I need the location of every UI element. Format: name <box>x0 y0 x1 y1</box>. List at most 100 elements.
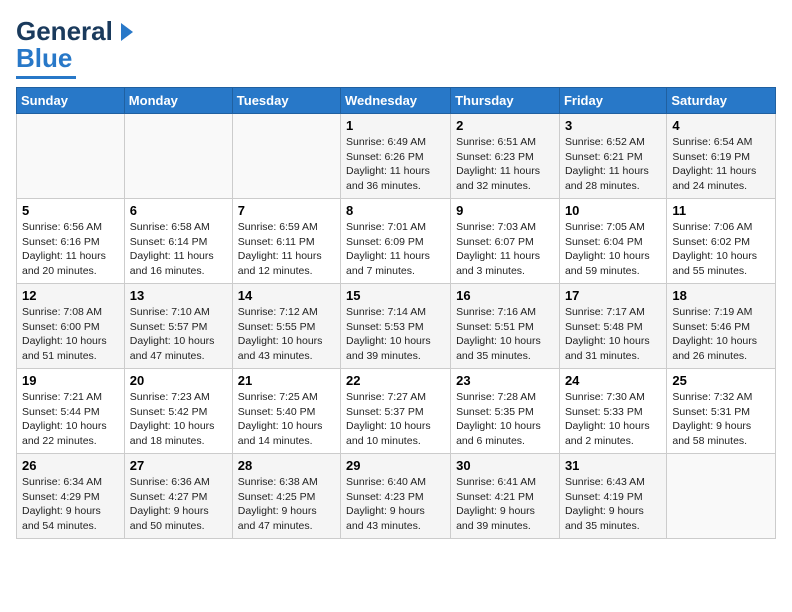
day-info: Sunrise: 6:49 AMSunset: 6:26 PMDaylight:… <box>346 135 445 194</box>
day-info: Sunrise: 6:43 AMSunset: 4:19 PMDaylight:… <box>565 475 661 534</box>
day-info: Sunrise: 7:01 AMSunset: 6:09 PMDaylight:… <box>346 220 445 279</box>
day-number: 11 <box>672 203 770 218</box>
calendar-cell: 4Sunrise: 6:54 AMSunset: 6:19 PMDaylight… <box>667 114 776 199</box>
calendar-cell: 28Sunrise: 6:38 AMSunset: 4:25 PMDayligh… <box>232 454 340 539</box>
calendar-cell: 27 Sunrise: 6:36 AMSunset: 4:27 PMDayligh… <box>124 454 232 539</box>
day-info: Sunrise: 7:12 AMSunset: 5:55 PMDaylight:… <box>238 305 335 364</box>
day-number: 2 <box>456 118 554 133</box>
day-info: Sunrise: 7:32 AMSunset: 5:31 PMDaylight:… <box>672 390 770 449</box>
calendar-cell: 5 Sunrise: 6:56 AMSunset: 6:16 PMDaylight… <box>17 199 125 284</box>
calendar-cell: 17 Sunrise: 7:17 AMSunset: 5:48 PMDayligh… <box>559 284 666 369</box>
day-info: Sunrise: 7:25 AMSunset: 5:40 PMDaylight:… <box>238 390 335 449</box>
day-number: 6 <box>130 203 227 218</box>
day-number: 13 <box>130 288 227 303</box>
day-info: Sunrise: 6:58 AMSunset: 6:14 PMDaylight:… <box>130 220 227 279</box>
day-number: 26 <box>22 458 119 473</box>
col-header-monday: Monday <box>124 88 232 114</box>
calendar-cell: 13 Sunrise: 7:10 AMSunset: 5:57 PMDayligh… <box>124 284 232 369</box>
calendar-cell: 12 Sunrise: 7:08 AMSunset: 6:00 PMDayligh… <box>17 284 125 369</box>
day-number: 17 <box>565 288 661 303</box>
logo-arrow-icon <box>113 21 135 43</box>
col-header-friday: Friday <box>559 88 666 114</box>
day-number: 12 <box>22 288 119 303</box>
day-info: Sunrise: 6:56 AMSunset: 6:16 PMDaylight:… <box>22 220 119 279</box>
calendar-cell: 16 Sunrise: 7:16 AMSunset: 5:51 PMDayligh… <box>451 284 560 369</box>
calendar-cell: 8 Sunrise: 7:01 AMSunset: 6:09 PMDaylight… <box>341 199 451 284</box>
day-info: Sunrise: 6:59 AMSunset: 6:11 PMDaylight:… <box>238 220 335 279</box>
calendar-cell <box>124 114 232 199</box>
logo: General Blue <box>16 16 135 79</box>
calendar-cell: 23 Sunrise: 7:28 AMSunset: 5:35 PMDayligh… <box>451 369 560 454</box>
calendar-cell: 15 Sunrise: 7:14 AMSunset: 5:53 PMDayligh… <box>341 284 451 369</box>
calendar-cell: 19 Sunrise: 7:21 AMSunset: 5:44 PMDayligh… <box>17 369 125 454</box>
day-number: 22 <box>346 373 445 388</box>
day-number: 1 <box>346 118 445 133</box>
day-number: 24 <box>565 373 661 388</box>
calendar-cell <box>17 114 125 199</box>
day-number: 15 <box>346 288 445 303</box>
calendar-cell: 9 Sunrise: 7:03 AMSunset: 6:07 PMDaylight… <box>451 199 560 284</box>
day-info: Sunrise: 7:19 AMSunset: 5:46 PMDaylight:… <box>672 305 770 364</box>
day-info: Sunrise: 7:03 AMSunset: 6:07 PMDaylight:… <box>456 220 554 279</box>
calendar-cell: 24 Sunrise: 7:30 AMSunset: 5:33 PMDayligh… <box>559 369 666 454</box>
day-info: Sunrise: 7:06 AMSunset: 6:02 PMDaylight:… <box>672 220 770 279</box>
day-info: Sunrise: 7:14 AMSunset: 5:53 PMDaylight:… <box>346 305 445 364</box>
day-info: Sunrise: 7:10 AMSunset: 5:57 PMDaylight:… <box>130 305 227 364</box>
day-number: 25 <box>672 373 770 388</box>
calendar-cell: 21Sunrise: 7:25 AMSunset: 5:40 PMDayligh… <box>232 369 340 454</box>
day-number: 8 <box>346 203 445 218</box>
calendar-cell: 22 Sunrise: 7:27 AMSunset: 5:37 PMDayligh… <box>341 369 451 454</box>
calendar-cell: 29 Sunrise: 6:40 AMSunset: 4:23 PMDayligh… <box>341 454 451 539</box>
logo-blue: Blue <box>16 43 72 74</box>
page-header: General Blue <box>16 16 776 79</box>
day-number: 30 <box>456 458 554 473</box>
day-number: 28 <box>238 458 335 473</box>
calendar-cell <box>232 114 340 199</box>
day-info: Sunrise: 7:27 AMSunset: 5:37 PMDaylight:… <box>346 390 445 449</box>
logo-line <box>16 76 76 79</box>
day-number: 16 <box>456 288 554 303</box>
col-header-sunday: Sunday <box>17 88 125 114</box>
day-number: 19 <box>22 373 119 388</box>
calendar-cell <box>667 454 776 539</box>
day-info: Sunrise: 6:36 AMSunset: 4:27 PMDaylight:… <box>130 475 227 534</box>
day-info: Sunrise: 7:28 AMSunset: 5:35 PMDaylight:… <box>456 390 554 449</box>
day-info: Sunrise: 7:21 AMSunset: 5:44 PMDaylight:… <box>22 390 119 449</box>
day-number: 7 <box>238 203 335 218</box>
day-info: Sunrise: 6:41 AMSunset: 4:21 PMDaylight:… <box>456 475 554 534</box>
col-header-tuesday: Tuesday <box>232 88 340 114</box>
calendar-cell: 11 Sunrise: 7:06 AMSunset: 6:02 PMDayligh… <box>667 199 776 284</box>
calendar-cell: 3Sunrise: 6:52 AMSunset: 6:21 PMDaylight… <box>559 114 666 199</box>
calendar-cell: 7 Sunrise: 6:59 AMSunset: 6:11 PMDaylight… <box>232 199 340 284</box>
day-info: Sunrise: 6:40 AMSunset: 4:23 PMDaylight:… <box>346 475 445 534</box>
day-info: Sunrise: 7:08 AMSunset: 6:00 PMDaylight:… <box>22 305 119 364</box>
calendar-cell: 1 Sunrise: 6:49 AMSunset: 6:26 PMDaylight… <box>341 114 451 199</box>
calendar-cell: 30 Sunrise: 6:41 AMSunset: 4:21 PMDayligh… <box>451 454 560 539</box>
day-info: Sunrise: 7:30 AMSunset: 5:33 PMDaylight:… <box>565 390 661 449</box>
day-info: Sunrise: 7:16 AMSunset: 5:51 PMDaylight:… <box>456 305 554 364</box>
day-number: 10 <box>565 203 661 218</box>
day-number: 18 <box>672 288 770 303</box>
day-info: Sunrise: 7:23 AMSunset: 5:42 PMDaylight:… <box>130 390 227 449</box>
day-number: 14 <box>238 288 335 303</box>
calendar-cell: 10 Sunrise: 7:05 AMSunset: 6:04 PMDayligh… <box>559 199 666 284</box>
day-number: 31 <box>565 458 661 473</box>
day-number: 5 <box>22 203 119 218</box>
calendar-cell: 6 Sunrise: 6:58 AMSunset: 6:14 PMDaylight… <box>124 199 232 284</box>
day-number: 9 <box>456 203 554 218</box>
day-number: 27 <box>130 458 227 473</box>
calendar-cell: 2 Sunrise: 6:51 AMSunset: 6:23 PMDaylight… <box>451 114 560 199</box>
col-header-saturday: Saturday <box>667 88 776 114</box>
day-info: Sunrise: 6:51 AMSunset: 6:23 PMDaylight:… <box>456 135 554 194</box>
day-info: Sunrise: 7:17 AMSunset: 5:48 PMDaylight:… <box>565 305 661 364</box>
day-info: Sunrise: 6:34 AMSunset: 4:29 PMDaylight:… <box>22 475 119 534</box>
day-info: Sunrise: 6:54 AMSunset: 6:19 PMDaylight:… <box>672 135 770 194</box>
calendar-cell: 31 Sunrise: 6:43 AMSunset: 4:19 PMDayligh… <box>559 454 666 539</box>
calendar-cell: 20 Sunrise: 7:23 AMSunset: 5:42 PMDayligh… <box>124 369 232 454</box>
day-number: 23 <box>456 373 554 388</box>
col-header-wednesday: Wednesday <box>341 88 451 114</box>
day-number: 20 <box>130 373 227 388</box>
day-number: 29 <box>346 458 445 473</box>
day-info: Sunrise: 7:05 AMSunset: 6:04 PMDaylight:… <box>565 220 661 279</box>
calendar-cell: 18 Sunrise: 7:19 AMSunset: 5:46 PMDayligh… <box>667 284 776 369</box>
